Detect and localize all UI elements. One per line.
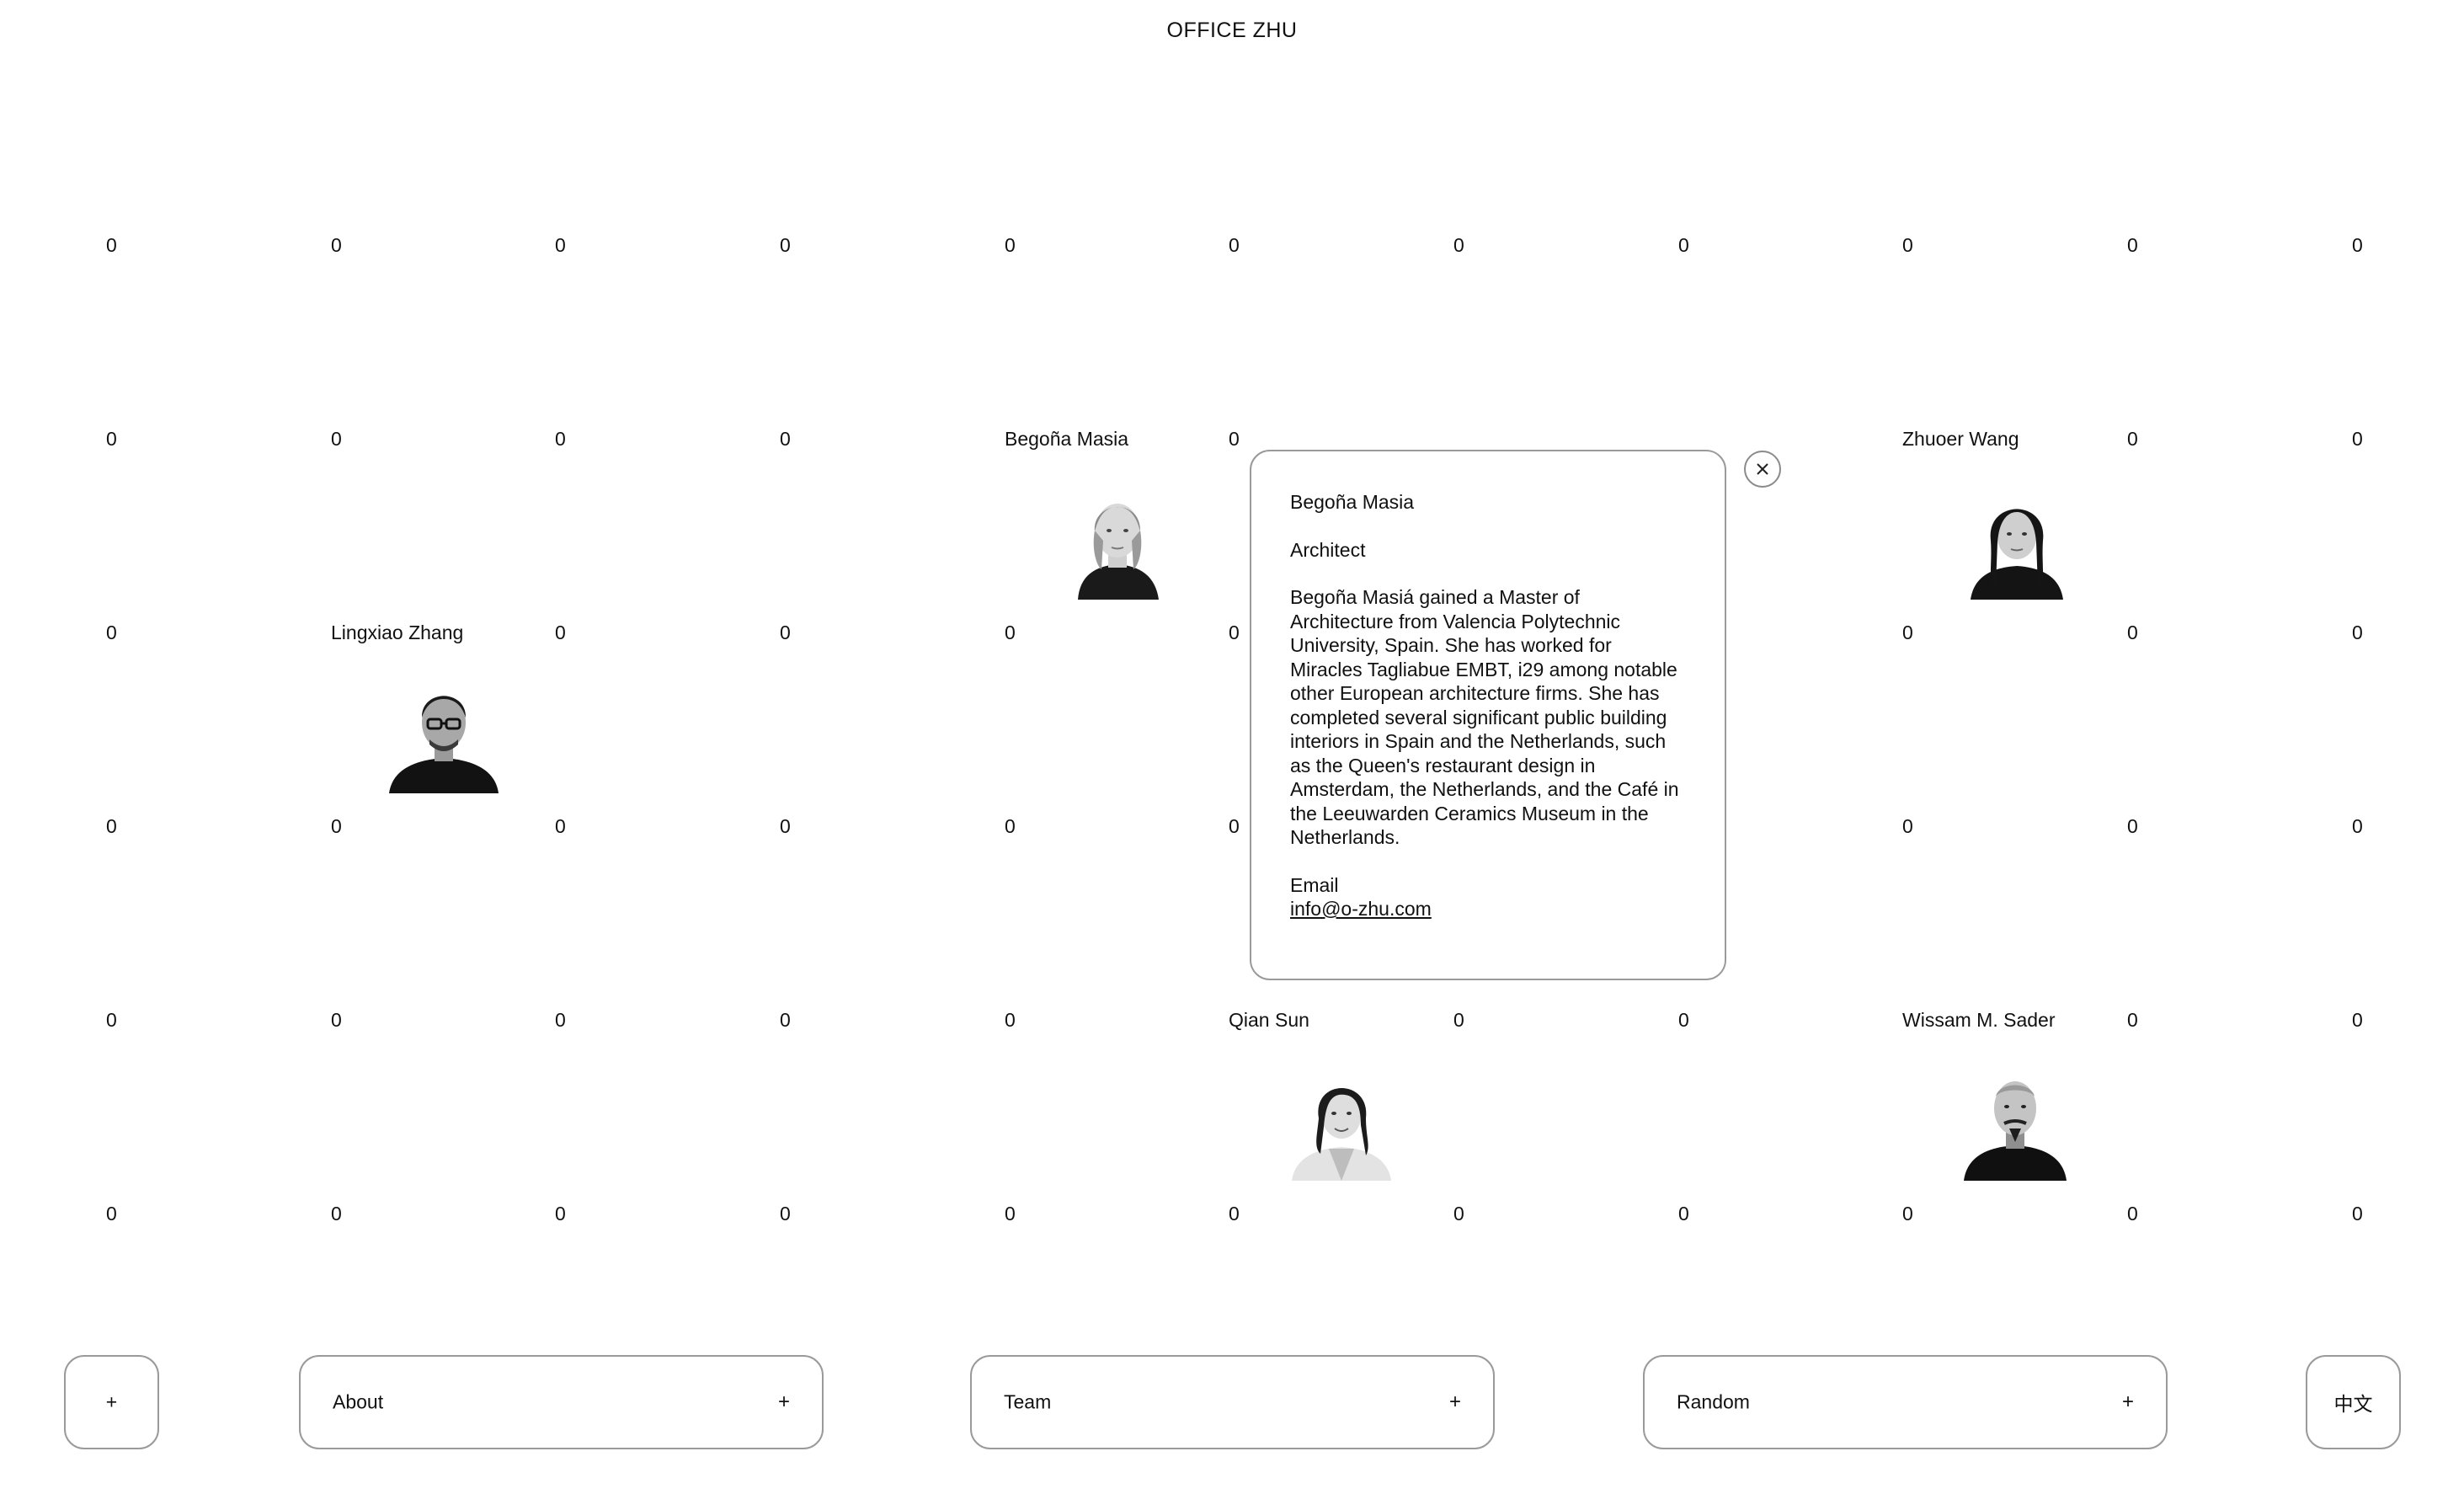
grid-counter: 0 [780,1009,791,1031]
grid-counter: 0 [331,815,342,837]
person-name-wissam[interactable]: Wissam M. Sader [1902,1011,2055,1030]
grid-counter: 0 [106,815,117,837]
nav-team-button[interactable]: Team + [970,1355,1495,1449]
grid-counter: 0 [555,1203,566,1225]
grid-counter: 0 [331,1203,342,1225]
popup-close-button[interactable] [1744,451,1781,488]
grid-counter: 0 [555,234,566,256]
team-grid: 0 0 0 0 0 0 0 0 0 0 0 0 0 0 0 Begoña Masia 0 Zhuoer Wang 0… [0,0,2464,1494]
nav-about-button[interactable]: About + [299,1355,824,1449]
grid-counter: 0 [1229,1203,1240,1225]
grid-counter: 0 [1902,1203,1913,1225]
grid-counter: 0 [1453,1009,1464,1031]
grid-counter: 0 [1678,1203,1689,1225]
nav-about-label: About [333,1390,384,1413]
grid-counter: 0 [2127,1009,2138,1031]
portrait-lingxiao-zhang[interactable] [381,675,507,793]
team-member-popup: Begoña Masia Architect Begoña Masiá gain… [1250,450,1726,980]
person-name-begona[interactable]: Begoña Masia [1005,430,1128,449]
popup-role: Architect [1290,538,1366,561]
person-name-qian[interactable]: Qian Sun [1229,1011,1309,1030]
grid-counter: 0 [555,815,566,837]
nav-random-label: Random [1677,1390,1750,1413]
grid-counter: 0 [2127,815,2138,837]
person-name-zhuoer[interactable]: Zhuoer Wang [1902,430,2019,449]
portrait-zhuoer-wang[interactable] [1954,482,2080,600]
plus-icon: + [777,1390,790,1413]
grid-counter: 0 [2127,234,2138,256]
grid-counter: 0 [2127,428,2138,450]
grid-counter: 0 [780,1203,791,1225]
grid-counter: 0 [2352,622,2363,643]
grid-counter: 0 [1005,234,1016,256]
grid-counter: 0 [106,622,117,643]
person-name-lingxiao[interactable]: Lingxiao Zhang [331,623,463,643]
popup-email-link[interactable]: info@o-zhu.com [1290,898,1432,920]
grid-counter: 0 [1902,622,1913,643]
close-icon [1757,463,1768,475]
grid-counter: 0 [2352,1009,2363,1031]
grid-counter: 0 [1005,1203,1016,1225]
plus-icon: + [2121,1390,2134,1413]
grid-counter: 0 [1005,622,1016,643]
grid-counter: 0 [1229,622,1240,643]
language-label: 中文 [2333,1393,2373,1415]
grid-counter: 0 [555,1009,566,1031]
grid-counter: 0 [780,428,791,450]
nav-random-button[interactable]: Random + [1643,1355,2168,1449]
grid-counter: 0 [331,428,342,450]
portrait-wissam-m-sader[interactable] [1952,1063,2078,1181]
grid-counter: 0 [2127,1203,2138,1225]
popup-email-label: Email [1290,873,1339,896]
grid-counter: 0 [2352,1203,2363,1225]
grid-counter: 0 [1678,234,1689,256]
grid-counter: 0 [2352,428,2363,450]
grid-counter: 0 [2352,234,2363,256]
grid-counter: 0 [1005,815,1016,837]
grid-counter: 0 [106,1203,117,1225]
grid-counter: 0 [555,622,566,643]
grid-counter: 0 [1005,1009,1016,1031]
grid-counter: 0 [1678,1009,1689,1031]
grid-counter: 0 [780,815,791,837]
grid-counter: 0 [780,234,791,256]
grid-counter: 0 [1902,234,1913,256]
grid-counter: 0 [106,1009,117,1031]
plus-icon: + [105,1390,118,1413]
grid-counter: 0 [1229,815,1240,837]
grid-counter: 0 [1453,234,1464,256]
grid-counter: 0 [1453,1203,1464,1225]
grid-counter: 0 [1902,815,1913,837]
plus-icon: + [1448,1390,1461,1413]
portrait-begona-masia[interactable] [1054,482,1181,600]
grid-counter: 0 [780,622,791,643]
grid-counter: 0 [2352,815,2363,837]
grid-counter: 0 [2127,622,2138,643]
popup-name: Begoña Masia [1290,491,1415,513]
grid-counter: 0 [1229,234,1240,256]
grid-counter: 0 [106,428,117,450]
grid-counter: 0 [1229,428,1240,450]
popup-bio: Begoña Masiá gained a Master of Architec… [1290,586,1679,848]
expand-button[interactable]: + [64,1355,159,1449]
grid-counter: 0 [331,1009,342,1031]
nav-team-label: Team [1004,1390,1052,1413]
portrait-qian-sun[interactable] [1278,1063,1405,1181]
grid-counter: 0 [555,428,566,450]
language-toggle-button[interactable]: 中文 [2306,1355,2401,1449]
grid-counter: 0 [331,234,342,256]
grid-counter: 0 [106,234,117,256]
